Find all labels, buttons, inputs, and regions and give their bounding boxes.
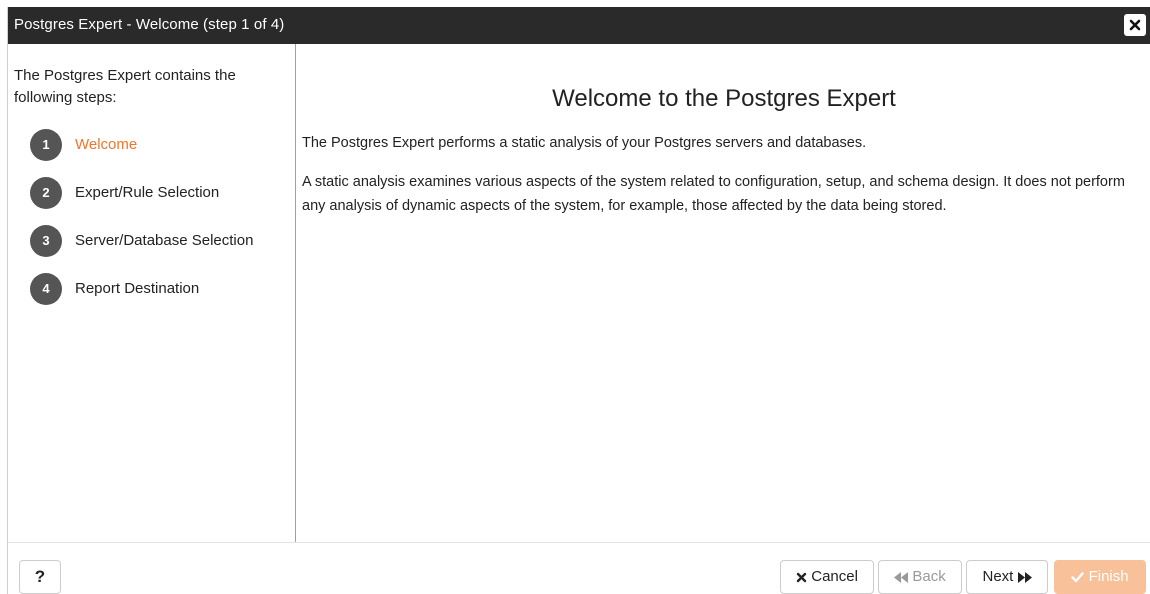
next-button-label: Next xyxy=(982,568,1014,585)
close-icon xyxy=(796,572,807,582)
cancel-button-label: Cancel xyxy=(811,568,858,585)
finish-button-label: Finish xyxy=(1088,568,1129,585)
step-label: Server/Database Selection xyxy=(75,232,254,249)
finish-button[interactable]: Finish xyxy=(1054,560,1146,594)
back-button-label: Back xyxy=(912,568,946,585)
checkmark-icon xyxy=(1071,571,1085,582)
dialog-title: Postgres Expert - Welcome (step 1 of 4) xyxy=(14,16,285,33)
intro-paragraph: The Postgres Expert performs a static an… xyxy=(302,135,867,151)
fast-backward-icon xyxy=(894,571,909,583)
step-number-badge: 1 xyxy=(30,129,62,161)
step-server-database-selection: 3 Server/Database Selection xyxy=(30,225,290,257)
step-label: Report Destination xyxy=(75,280,200,297)
step-welcome: 1 Welcome xyxy=(30,129,290,161)
wizard-dialog: Postgres Expert - Welcome (step 1 of 4) … xyxy=(7,7,1150,594)
close-button[interactable] xyxy=(1124,14,1146,36)
fast-forward-icon xyxy=(1017,571,1032,583)
steps-intro: The Postgres Expert contains the followi… xyxy=(14,67,236,106)
welcome-content: Welcome to the Postgres Expert The Postg… xyxy=(297,44,1150,542)
step-expert-rule-selection: 2 Expert/Rule Selection xyxy=(30,177,290,209)
help-button[interactable]: ? xyxy=(19,560,61,594)
dialog-titlebar: Postgres Expert - Welcome (step 1 of 4) xyxy=(8,7,1150,44)
step-label: Welcome xyxy=(75,136,138,153)
step-number-badge: 2 xyxy=(30,177,62,209)
steps-sidebar: The Postgres Expert contains the followi… xyxy=(8,44,296,542)
close-icon xyxy=(1129,19,1141,31)
step-number-badge: 4 xyxy=(30,273,62,305)
page-title: Welcome to the Postgres Expert xyxy=(552,85,896,112)
next-button[interactable]: Next xyxy=(966,560,1048,594)
dialog-footer: ? Cancel Back Next Finish xyxy=(8,542,1150,594)
description-paragraph: A static analysis examines various aspec… xyxy=(302,174,1125,214)
help-icon: ? xyxy=(34,567,46,586)
step-number-badge: 3 xyxy=(30,225,62,257)
step-label: Expert/Rule Selection xyxy=(75,184,220,201)
cancel-button[interactable]: Cancel xyxy=(780,560,874,594)
step-report-destination: 4 Report Destination xyxy=(30,273,290,305)
back-button[interactable]: Back xyxy=(878,560,962,594)
